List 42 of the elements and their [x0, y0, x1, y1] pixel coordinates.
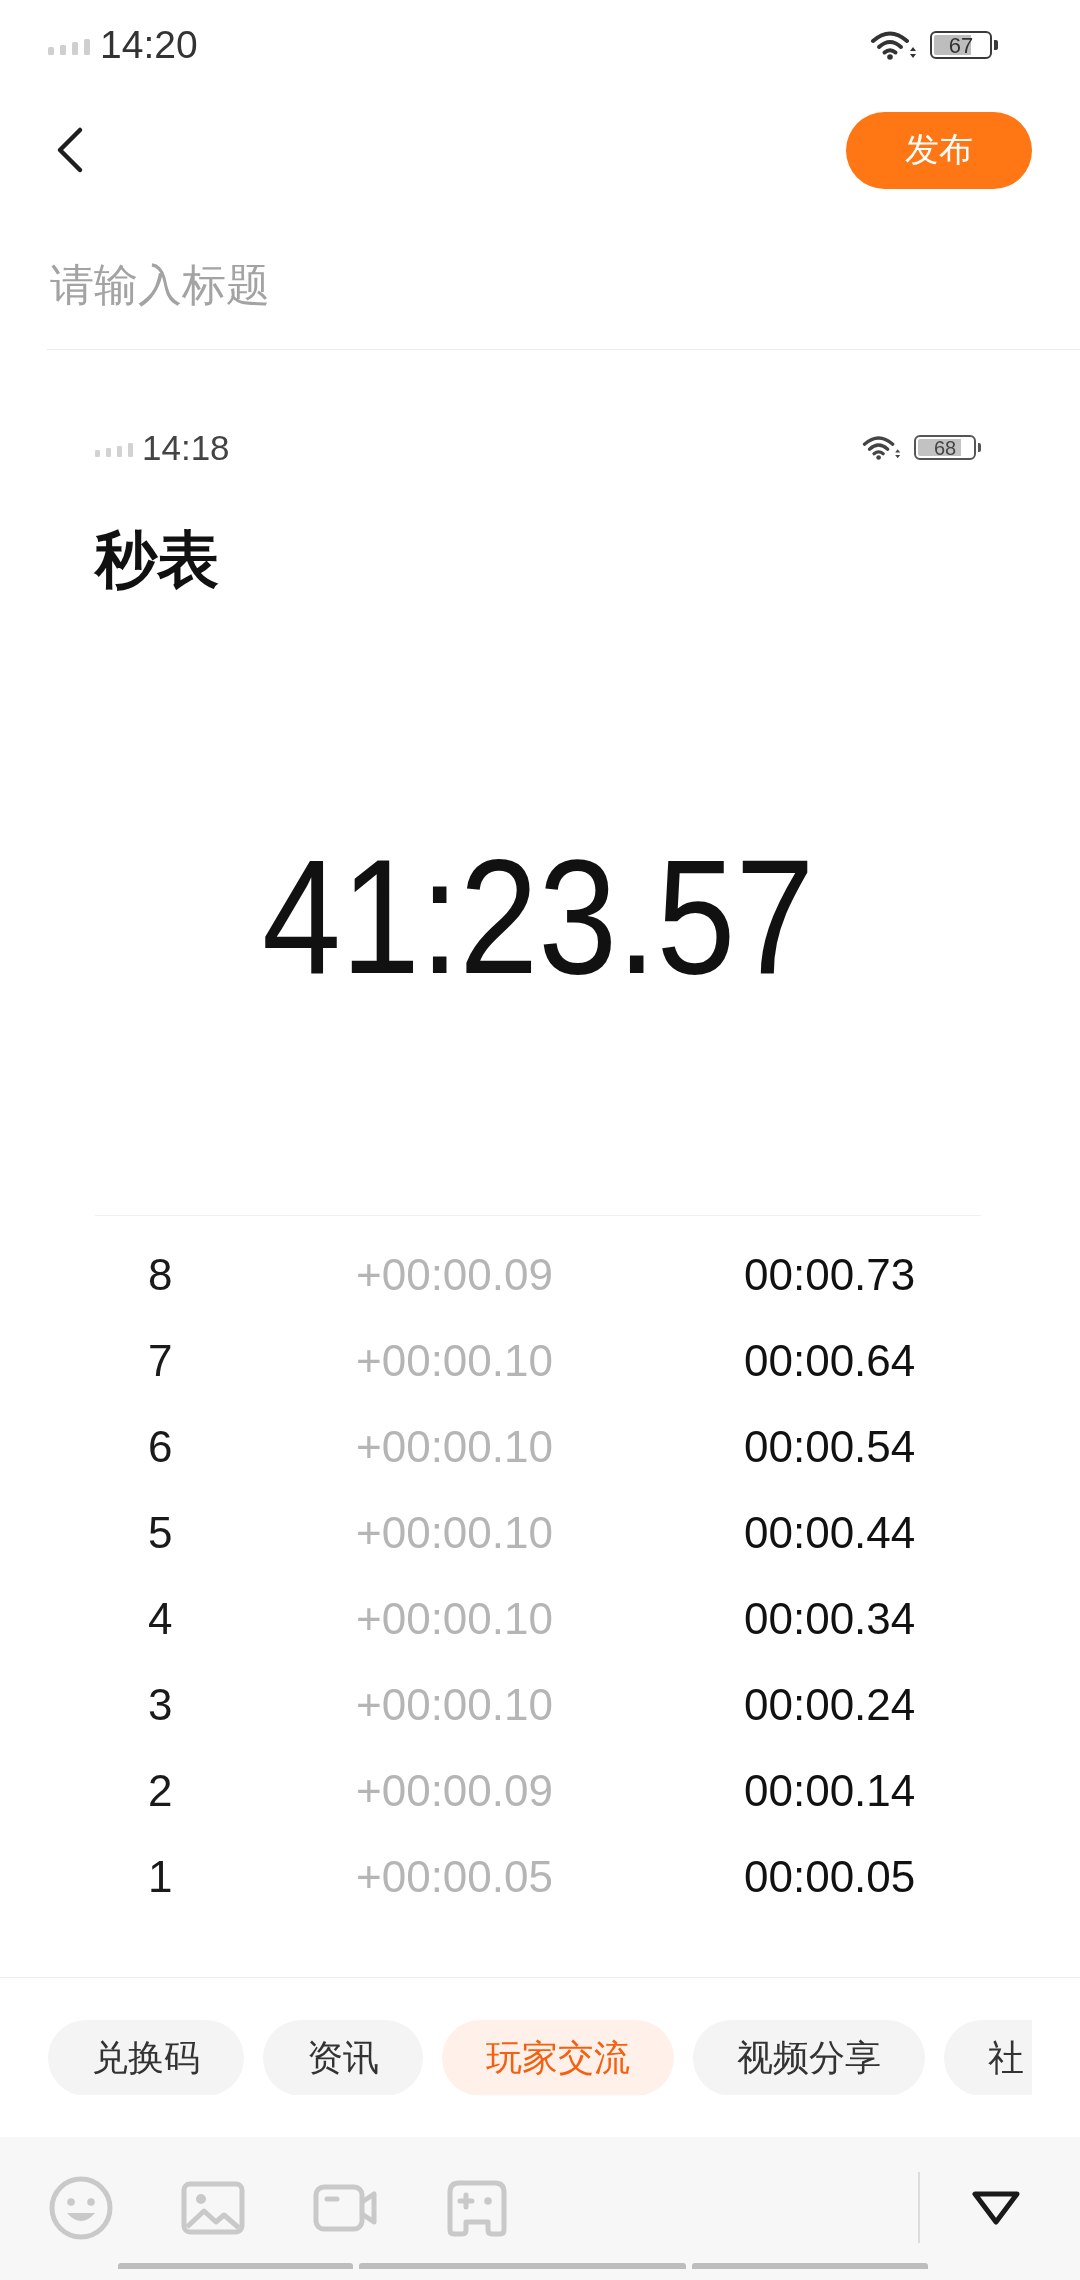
wifi-icon	[870, 30, 917, 60]
collapse-icon[interactable]	[970, 2189, 1022, 2226]
lap-number: 7	[148, 1335, 173, 1387]
lap-number: 3	[148, 1679, 173, 1731]
lap-total: 00:00.05	[744, 1851, 916, 1903]
lap-split: +00:00.10	[356, 1679, 553, 1731]
lap-number: 1	[148, 1851, 173, 1903]
topic-tag[interactable]: 资讯	[263, 2020, 423, 2095]
lap-split: +00:00.10	[356, 1507, 553, 1559]
battery-indicator: 67	[930, 31, 998, 59]
lap-total: 00:00.54	[744, 1421, 916, 1473]
lap-split: +00:00.05	[356, 1851, 553, 1903]
status-time: 14:20	[100, 23, 198, 67]
lap-number: 4	[148, 1593, 173, 1645]
topic-tag[interactable]: 视频分享	[693, 2020, 925, 2095]
title-input[interactable]: 请输入标题	[47, 210, 1080, 350]
lap-total: 00:00.14	[744, 1765, 916, 1817]
topic-tag[interactable]: 兑换码	[48, 2020, 244, 2095]
lap-split: +00:00.09	[356, 1765, 553, 1817]
lap-total: 00:00.73	[744, 1249, 916, 1301]
lap-total: 00:00.24	[744, 1679, 916, 1731]
lap-number: 8	[148, 1249, 173, 1301]
elapsed-time: 41:23.57	[261, 827, 815, 1007]
signal-icon	[48, 39, 90, 55]
back-icon[interactable]	[55, 126, 85, 174]
lap-number: 2	[148, 1765, 173, 1817]
wifi-icon	[862, 435, 901, 460]
lap-split: +00:00.10	[356, 1421, 553, 1473]
lap-split: +00:00.09	[356, 1249, 553, 1301]
status-time: 14:18	[142, 427, 230, 468]
lap-split: +00:00.10	[356, 1593, 553, 1645]
battery-indicator: 68	[914, 435, 981, 460]
signal-icon	[95, 442, 134, 457]
lap-number: 6	[148, 1421, 173, 1473]
app-title: 秒表	[95, 525, 219, 595]
smiley-icon[interactable]	[48, 2174, 114, 2241]
topic-tag[interactable]: 社	[944, 2020, 1032, 2095]
lap-total: 00:00.44	[744, 1507, 916, 1559]
lap-total: 00:00.34	[744, 1593, 916, 1645]
lap-total: 00:00.64	[744, 1335, 916, 1387]
lap-number: 5	[148, 1507, 173, 1559]
lap-split: +00:00.10	[356, 1335, 553, 1387]
